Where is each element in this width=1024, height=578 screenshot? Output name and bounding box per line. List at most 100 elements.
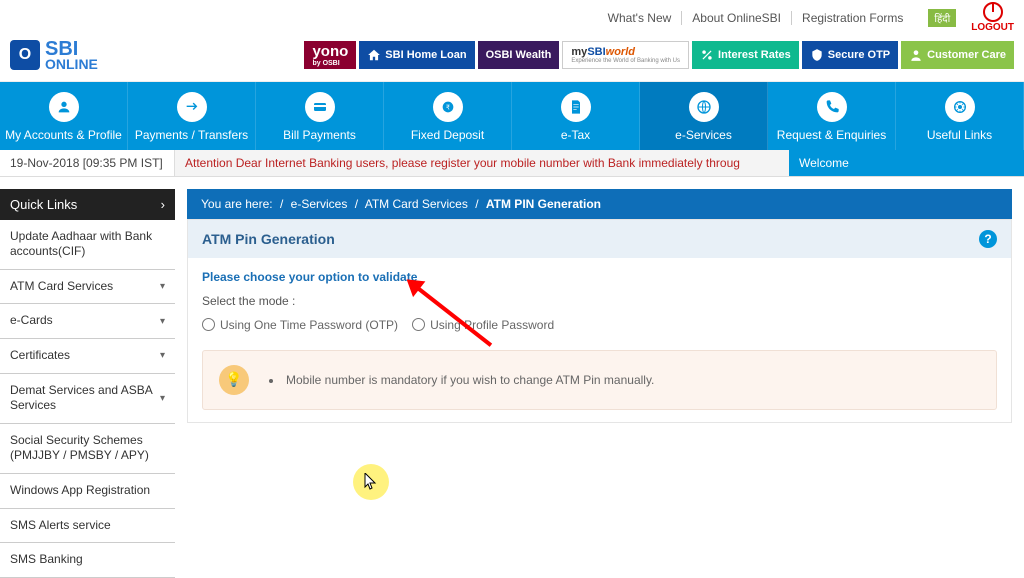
- radio-otp[interactable]: Using One Time Password (OTP): [202, 318, 398, 332]
- tile-care-label: Customer Care: [927, 49, 1006, 61]
- home-icon: [367, 48, 381, 62]
- sidebar-item-label: Certificates: [10, 348, 70, 364]
- headset-icon: [909, 48, 923, 62]
- sidebar-item-label: Windows App Registration: [10, 483, 150, 499]
- language-toggle[interactable]: हिंदी: [928, 9, 956, 27]
- status-row: 19-Nov-2018 [09:35 PM IST] Attention Dea…: [0, 150, 1024, 177]
- cursor-highlight: [353, 464, 389, 500]
- nav-label: e-Services: [675, 128, 732, 142]
- sidebar-item-label: SMS Banking: [10, 552, 83, 568]
- globe-icon: [689, 92, 719, 122]
- sidebar-item[interactable]: SMS Banking: [0, 543, 175, 578]
- sidebar-item[interactable]: ATM Card Services▾: [0, 270, 175, 305]
- nav-request-enquiries[interactable]: Request & Enquiries: [768, 82, 896, 150]
- tile-wealth[interactable]: OSBI Wealth: [478, 41, 560, 69]
- chevron-right-icon: ›: [161, 197, 165, 212]
- help-icon[interactable]: ?: [979, 230, 997, 248]
- sidebar-item[interactable]: e-Cards▾: [0, 304, 175, 339]
- quick-links-label: Quick Links: [10, 197, 77, 212]
- tile-home-label: SBI Home Loan: [385, 49, 466, 61]
- tile-secure-otp[interactable]: Secure OTP: [802, 41, 898, 69]
- sidebar-item[interactable]: Update Aadhaar with Bank accounts(CIF): [0, 220, 175, 270]
- nav-label: e-Tax: [561, 128, 590, 142]
- sidebar-item[interactable]: Social Security Schemes (PMJJBY / PMSBY …: [0, 424, 175, 474]
- radio-profile-label: Using Profile Password: [430, 318, 554, 332]
- sidebar-item[interactable]: SMS Alerts service: [0, 509, 175, 544]
- radio-group-mode: Using One Time Password (OTP) Using Prof…: [202, 318, 997, 332]
- world-my: my: [571, 46, 587, 58]
- sidebar-item-label: SMS Alerts service: [10, 518, 111, 534]
- panel: ATM Pin Generation ? Please choose your …: [187, 219, 1012, 423]
- radio-otp-input[interactable]: [202, 318, 215, 331]
- timestamp: 19-Nov-2018 [09:35 PM IST]: [0, 150, 175, 176]
- link-registration-forms[interactable]: Registration Forms: [802, 11, 913, 25]
- welcome-box: Welcome: [789, 150, 1024, 176]
- world-sbi: SBI: [587, 46, 605, 58]
- sidebar-item-label: Social Security Schemes (PMJJBY / PMSBY …: [10, 433, 165, 464]
- nav-bill-payments[interactable]: Bill Payments: [256, 82, 384, 150]
- radio-otp-label: Using One Time Password (OTP): [220, 318, 398, 332]
- main-nav: My Accounts & Profile Payments / Transfe…: [0, 82, 1024, 150]
- cursor-icon: [364, 473, 378, 491]
- sidebar: Quick Links › Update Aadhaar with Bank a…: [0, 189, 175, 578]
- nav-payments-transfers[interactable]: Payments / Transfers: [128, 82, 256, 150]
- mode-label: Select the mode :: [202, 294, 997, 308]
- panel-header: ATM Pin Generation ?: [188, 220, 1011, 258]
- breadcrumb: You are here: / e-Services / ATM Card Se…: [187, 189, 1012, 219]
- tile-customer-care[interactable]: Customer Care: [901, 41, 1014, 69]
- transfer-icon: [177, 92, 207, 122]
- nav-label: Bill Payments: [283, 128, 356, 142]
- sidebar-item[interactable]: Windows App Registration: [0, 474, 175, 509]
- marquee-notice: Attention Dear Internet Banking users, p…: [175, 150, 789, 176]
- nav-label: Useful Links: [927, 128, 992, 142]
- breadcrumb-item[interactable]: ATM Card Services: [365, 197, 468, 211]
- tile-wealth-label: OSBI Wealth: [486, 49, 552, 61]
- tile-interest-label: Interest Rates: [718, 49, 791, 61]
- panel-body: Please choose your option to validate Se…: [188, 258, 1011, 422]
- nav-eservices[interactable]: e-Services: [640, 82, 768, 150]
- header-tiles: yono by OSBI SBI Home Loan OSBI Wealth m…: [304, 41, 1014, 69]
- tile-yono-sub: by OSBI: [312, 60, 348, 67]
- nav-useful-links[interactable]: Useful Links: [896, 82, 1024, 150]
- link-whats-new[interactable]: What's New: [608, 11, 683, 25]
- link-about[interactable]: About OnlineSBI: [692, 11, 792, 25]
- nav-label: Payments / Transfers: [135, 128, 248, 142]
- body-row: Quick Links › Update Aadhaar with Bank a…: [0, 189, 1024, 578]
- header-row: O SBI ONLINE yono by OSBI SBI Home Loan …: [0, 35, 1024, 82]
- sidebar-item[interactable]: Demat Services and ASBA Services▾: [0, 374, 175, 424]
- tile-yono[interactable]: yono by OSBI: [304, 41, 356, 69]
- caret-down-icon: ▾: [160, 349, 165, 362]
- tile-sbiworld[interactable]: mySBIworld Experience the World of Banki…: [562, 41, 689, 69]
- tile-interest-rates[interactable]: Interest Rates: [692, 41, 799, 69]
- deposit-icon: ₹: [433, 92, 463, 122]
- sidebar-item[interactable]: Certificates ▾: [0, 339, 175, 374]
- shield-icon: [810, 48, 824, 62]
- info-box: 💡 Mobile number is mandatory if you wish…: [202, 350, 997, 410]
- main-content: You are here: / e-Services / ATM Card Se…: [175, 189, 1024, 578]
- logo-text: SBI ONLINE: [45, 40, 98, 71]
- logo[interactable]: O SBI ONLINE: [10, 40, 98, 71]
- nav-label: Fixed Deposit: [411, 128, 484, 142]
- breadcrumb-item-current: ATM PIN Generation: [486, 197, 601, 211]
- tile-home-loan[interactable]: SBI Home Loan: [359, 41, 474, 69]
- sidebar-item-label: ATM Card Services: [10, 279, 113, 295]
- nav-accounts-profile[interactable]: My Accounts & Profile: [0, 82, 128, 150]
- card-icon: [305, 92, 335, 122]
- top-utility-row: What's New About OnlineSBI Registration …: [0, 0, 1024, 35]
- info-list: Mobile number is mandatory if you wish t…: [269, 373, 654, 387]
- percent-icon: [700, 48, 714, 62]
- quick-links-header[interactable]: Quick Links ›: [0, 189, 175, 220]
- nav-etax[interactable]: e-Tax: [512, 82, 640, 150]
- link-icon: [945, 92, 975, 122]
- logo-badge: O: [10, 40, 40, 70]
- breadcrumb-item[interactable]: e-Services: [291, 197, 348, 211]
- radio-profile-input[interactable]: [412, 318, 425, 331]
- logout-button[interactable]: LOGOUT: [971, 2, 1014, 33]
- radio-profile-password[interactable]: Using Profile Password: [412, 318, 554, 332]
- panel-subhead: Please choose your option to validate: [202, 270, 997, 284]
- nav-fixed-deposit[interactable]: ₹ Fixed Deposit: [384, 82, 512, 150]
- tile-secure-label: Secure OTP: [828, 49, 890, 61]
- world-tagline: Experience the World of Banking with Us: [571, 58, 680, 64]
- caret-down-icon: ▾: [160, 392, 165, 405]
- world-world: world: [606, 46, 635, 58]
